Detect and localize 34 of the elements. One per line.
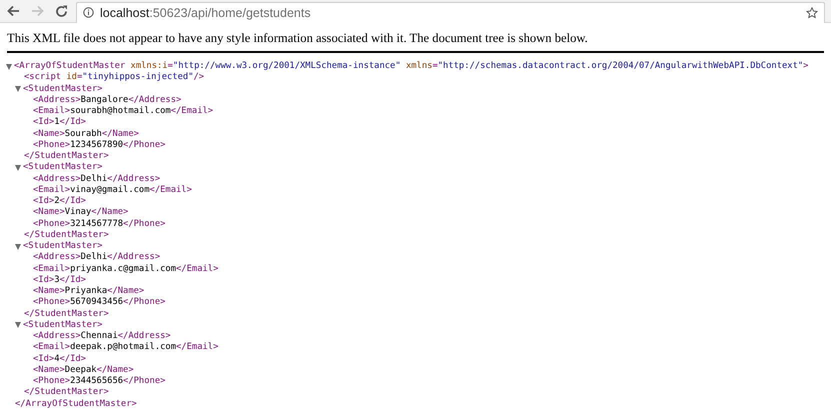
xml-line: <Address>Chennai</Address> bbox=[33, 331, 171, 342]
xml-line: </StudentMaster> bbox=[24, 151, 109, 162]
xml-line: </StudentMaster> bbox=[24, 387, 109, 398]
xml-line: <ArrayOfStudentMaster xmlns:i="http://www.w3.org/2001/XMLSchema-instance" xmlns="http://schemas.datacontract.org/2004/07/AngularwithWebAPI.DbContext"> bbox=[14, 61, 808, 72]
xml-line: <StudentMaster> bbox=[23, 320, 102, 331]
xml-line: <Id>3</Id> bbox=[33, 274, 86, 286]
xml-line: <StudentMaster> bbox=[23, 84, 102, 95]
url-text: localhost:50623/api/home/getstudents bbox=[100, 6, 311, 20]
xml-line: <Address>Delhi</Address> bbox=[33, 252, 160, 264]
xml-line: <Email>sourabh@hotmail.com</Email> bbox=[33, 106, 214, 117]
xml-line: <Phone>5670943456</Phone> bbox=[33, 297, 166, 308]
xml-line: <Id>1</Id> bbox=[33, 117, 86, 128]
xml-line: <Name>Deepak</Name> bbox=[33, 364, 134, 376]
xml-line: <Address>Bangalore</Address> bbox=[33, 94, 182, 106]
xml-line: <StudentMaster> bbox=[23, 162, 102, 174]
xml-line: <script id="tinyhippos-injected"/> bbox=[24, 72, 204, 84]
xml-line: <Email>priyanka.c@gmail.com</Email> bbox=[33, 264, 218, 275]
xml-line: <Phone>1234567890</Phone> bbox=[33, 140, 166, 151]
xml-line: <Id>4</Id> bbox=[33, 354, 86, 365]
xml-line: <Name>Priyanka</Name> bbox=[33, 286, 144, 297]
xml-line: <StudentMaster> bbox=[23, 241, 102, 252]
xml-line: </StudentMaster> bbox=[24, 230, 109, 241]
xml-line: <Phone>2344565656</Phone> bbox=[33, 376, 166, 387]
address-bar[interactable]: localhost:50623/api/home/getstudents bbox=[76, 2, 825, 22]
xml-line: <Email>deepak.p@hotmail.com</Email> bbox=[33, 342, 218, 354]
xml-line: </ArrayOfStudentMaster> bbox=[15, 398, 137, 410]
xml-line: <Id>2</Id> bbox=[33, 196, 86, 207]
xml-line: <Address>Delhi</Address> bbox=[33, 174, 160, 185]
xml-line: <Name>Vinay</Name> bbox=[33, 207, 128, 218]
xml-line: </StudentMaster> bbox=[24, 308, 109, 320]
xml-style-notice: This XML file does not appear to have any style information associated with it. The document tree is shown below. bbox=[7, 31, 824, 53]
xml-line: <Email>vinay@gmail.com</Email> bbox=[33, 184, 192, 196]
xml-line: <Name>Sourabh</Name> bbox=[33, 128, 139, 140]
xml-line: <Phone>3214567778</Phone> bbox=[33, 218, 166, 230]
